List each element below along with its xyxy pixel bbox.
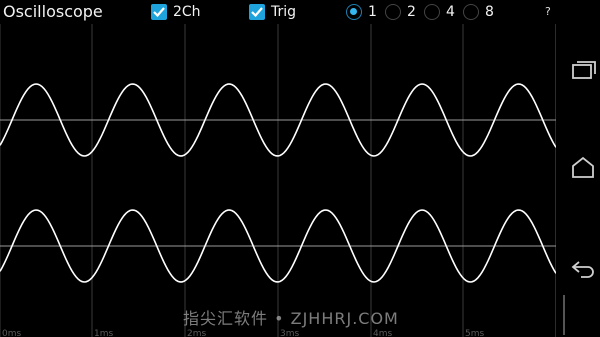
- time-axis-label: 5ms: [465, 329, 484, 337]
- timebase-radio-2[interactable]: [385, 4, 401, 20]
- system-navigation-bar: [567, 0, 600, 337]
- scope-grid: [0, 24, 556, 337]
- checkbox-checked-icon: [151, 4, 167, 20]
- app-title: Oscilloscope: [3, 2, 103, 21]
- timebase-label-4: 4: [446, 4, 455, 20]
- watermark-text: 指尖汇软件 • ZJHHRJ.COM: [183, 309, 399, 328]
- home-icon[interactable]: [569, 153, 597, 183]
- time-axis-label: 1ms: [94, 329, 113, 337]
- time-axis-label: 3ms: [280, 329, 299, 337]
- two-channel-checkbox[interactable]: 2Ch: [151, 3, 201, 21]
- timebase-label-1: 1: [368, 4, 377, 20]
- scope-display[interactable]: 0ms 1ms 2ms 3ms 4ms 5ms: [0, 24, 556, 337]
- scrollbar[interactable]: [563, 295, 565, 335]
- back-icon[interactable]: [569, 254, 597, 284]
- trigger-checkbox[interactable]: Trig: [249, 3, 296, 21]
- checkbox-checked-icon: [249, 4, 265, 20]
- timebase-radio-8[interactable]: [463, 4, 479, 20]
- time-axis-label: 0ms: [2, 329, 21, 337]
- trigger-label: Trig: [271, 4, 297, 20]
- two-channel-label: 2Ch: [173, 4, 201, 20]
- time-axis-label: 2ms: [187, 329, 206, 337]
- timebase-label-2: 2: [407, 4, 416, 20]
- timebase-label-8: 8: [485, 4, 494, 20]
- timebase-radio-4[interactable]: [424, 4, 440, 20]
- help-button[interactable]: ?: [545, 5, 551, 18]
- time-axis-label: 4ms: [373, 329, 392, 337]
- time-axis-labels: 0ms 1ms 2ms 3ms 4ms 5ms: [2, 329, 484, 337]
- toolbar: Oscilloscope 2Ch Trig 1 2 4 8 ?: [0, 0, 556, 24]
- timebase-radio-1[interactable]: [346, 4, 362, 20]
- recent-apps-icon[interactable]: [569, 56, 597, 86]
